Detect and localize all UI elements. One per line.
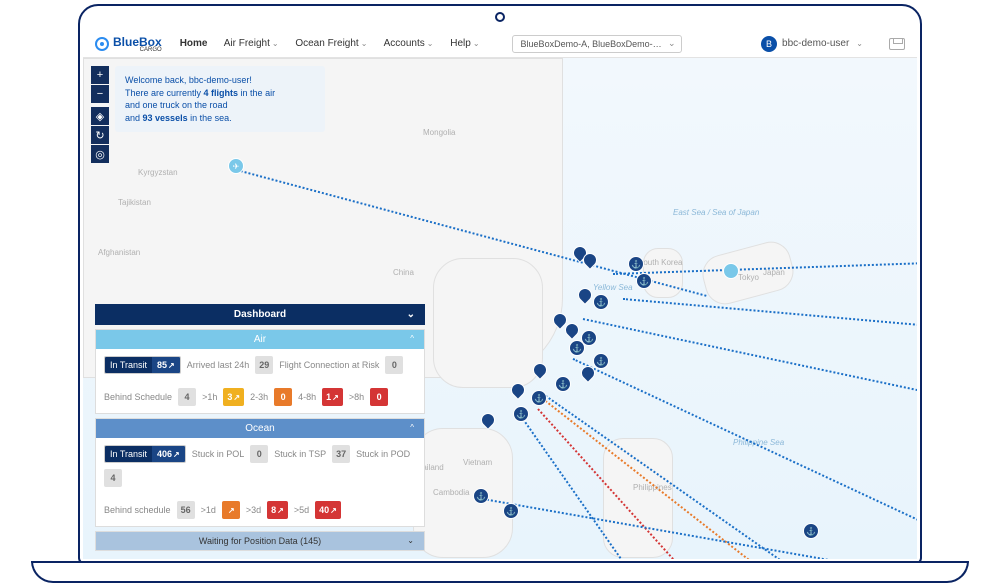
- map-marker[interactable]: ⚓: [503, 503, 519, 519]
- map-label: Tajikistan: [118, 198, 151, 207]
- external-icon: ↗: [228, 506, 235, 515]
- laptop-base: [31, 561, 969, 583]
- external-icon: ↗: [233, 393, 240, 402]
- zoom-in-button[interactable]: +: [91, 66, 109, 84]
- map-label: Mongolia: [423, 128, 455, 137]
- welcome-banner: Welcome back, bbc-demo-user! There are c…: [115, 66, 325, 132]
- map-marker[interactable]: [478, 410, 498, 430]
- air-arrived-count[interactable]: 29: [255, 356, 273, 374]
- ocean-behind-count[interactable]: 56: [177, 501, 195, 519]
- map-label: China: [393, 268, 414, 277]
- chevron-down-icon: ⌄: [361, 39, 368, 48]
- ocean-header[interactable]: Ocean: [96, 419, 424, 438]
- zoom-out-button[interactable]: −: [91, 85, 109, 103]
- external-icon: ↗: [330, 506, 337, 515]
- air-8h-count[interactable]: 0: [370, 388, 388, 406]
- map-label: South Korea: [638, 258, 682, 267]
- air-behind-count[interactable]: 4: [178, 388, 196, 406]
- nav-air-freight[interactable]: Air Freight⌄: [224, 38, 279, 49]
- chevron-down-icon: ⌄: [473, 39, 480, 48]
- ocean-panel: Ocean In Transit406↗ Stuck in POL 0 Stuc…: [95, 418, 425, 527]
- avatar: B: [761, 36, 777, 52]
- map-marker[interactable]: ⚓: [593, 294, 609, 310]
- chevron-down-icon: ⌄: [856, 39, 863, 48]
- ocean-1d-count[interactable]: ↗: [222, 501, 240, 519]
- map-label: Cambodia: [433, 488, 469, 497]
- map-label: Vietnam: [463, 458, 492, 467]
- external-icon: ↗: [332, 393, 339, 402]
- map-marker[interactable]: [575, 285, 595, 305]
- user-menu[interactable]: B bbc-demo-user ⌄: [761, 36, 863, 52]
- map-marker[interactable]: ⚓: [569, 340, 585, 356]
- user-name: bbc-demo-user: [782, 38, 849, 49]
- map-marker[interactable]: ⚓: [628, 256, 644, 272]
- webcam-dot: [495, 12, 505, 22]
- map-marker[interactable]: ⚓: [555, 376, 571, 392]
- dashboard-header[interactable]: Dashboard: [95, 304, 425, 325]
- nav-accounts[interactable]: Accounts⌄: [384, 38, 434, 49]
- ocean-pol-count[interactable]: 0: [250, 445, 268, 463]
- brand-logo[interactable]: BlueBox CARGO: [95, 35, 162, 53]
- air-1h-count[interactable]: 3↗: [223, 388, 244, 406]
- map-marker[interactable]: ⚓: [636, 273, 652, 289]
- map-label: East Sea / Sea of Japan: [673, 208, 759, 217]
- layers-button[interactable]: ◈: [91, 107, 109, 125]
- ocean-3d-count[interactable]: 8↗: [267, 501, 288, 519]
- envelope-icon[interactable]: [889, 38, 905, 50]
- air-48h-count[interactable]: 1↗: [322, 388, 343, 406]
- ocean-in-transit[interactable]: In Transit406↗: [104, 445, 186, 463]
- reset-button[interactable]: ↻: [91, 126, 109, 144]
- external-icon: ↗: [173, 450, 180, 459]
- map[interactable]: Mongolia China Japan Tokyo South Korea P…: [83, 58, 917, 559]
- ocean-5d-count[interactable]: 40↗: [315, 501, 341, 519]
- dashboard-panel: Dashboard Air In Transit85↗ Arrived last…: [95, 304, 425, 551]
- map-label: Yellow Sea: [593, 283, 633, 292]
- external-icon: ↗: [168, 361, 175, 370]
- map-marker[interactable]: ⚓: [513, 406, 529, 422]
- air-risk-count[interactable]: 0: [385, 356, 403, 374]
- waiting-header[interactable]: Waiting for Position Data (145): [96, 532, 424, 550]
- waiting-panel: Waiting for Position Data (145): [95, 531, 425, 551]
- ocean-tsp-count[interactable]: 37: [332, 445, 350, 463]
- air-23h-count[interactable]: 0: [274, 388, 292, 406]
- air-header[interactable]: Air: [96, 330, 424, 349]
- map-label: Kyrgyzstan: [138, 168, 178, 177]
- logo-icon: [95, 37, 109, 51]
- locate-button[interactable]: ◎: [91, 145, 109, 163]
- external-icon: ↗: [277, 506, 284, 515]
- account-selector[interactable]: BlueBoxDemo-A, BlueBoxDemo-B, BlueBoxDe.…: [512, 35, 682, 53]
- map-marker[interactable]: ⚓: [803, 523, 819, 539]
- main-nav: Home Air Freight⌄ Ocean Freight⌄ Account…: [180, 38, 494, 49]
- map-marker[interactable]: ✈: [228, 158, 244, 174]
- chevron-down-icon: ⌄: [272, 39, 279, 48]
- nav-home[interactable]: Home: [180, 38, 208, 49]
- map-controls: + − ◈ ↻ ◎: [91, 66, 109, 164]
- map-marker[interactable]: ⚓: [593, 353, 609, 369]
- map-marker[interactable]: ⚓: [473, 488, 489, 504]
- map-marker[interactable]: [723, 263, 739, 279]
- map-marker[interactable]: ⚓: [531, 390, 547, 406]
- chevron-down-icon: ⌄: [427, 39, 434, 48]
- ocean-pod-count[interactable]: 4: [104, 469, 122, 487]
- top-bar: BlueBox CARGO Home Air Freight⌄ Ocean Fr…: [83, 30, 917, 58]
- map-label: Afghanistan: [98, 248, 140, 257]
- nav-ocean-freight[interactable]: Ocean Freight⌄: [295, 38, 367, 49]
- nav-help[interactable]: Help⌄: [450, 38, 479, 49]
- map-label: Tokyo: [738, 273, 759, 282]
- air-panel: Air In Transit85↗ Arrived last 24h 29 Fl…: [95, 329, 425, 414]
- air-in-transit[interactable]: In Transit85↗: [104, 356, 181, 374]
